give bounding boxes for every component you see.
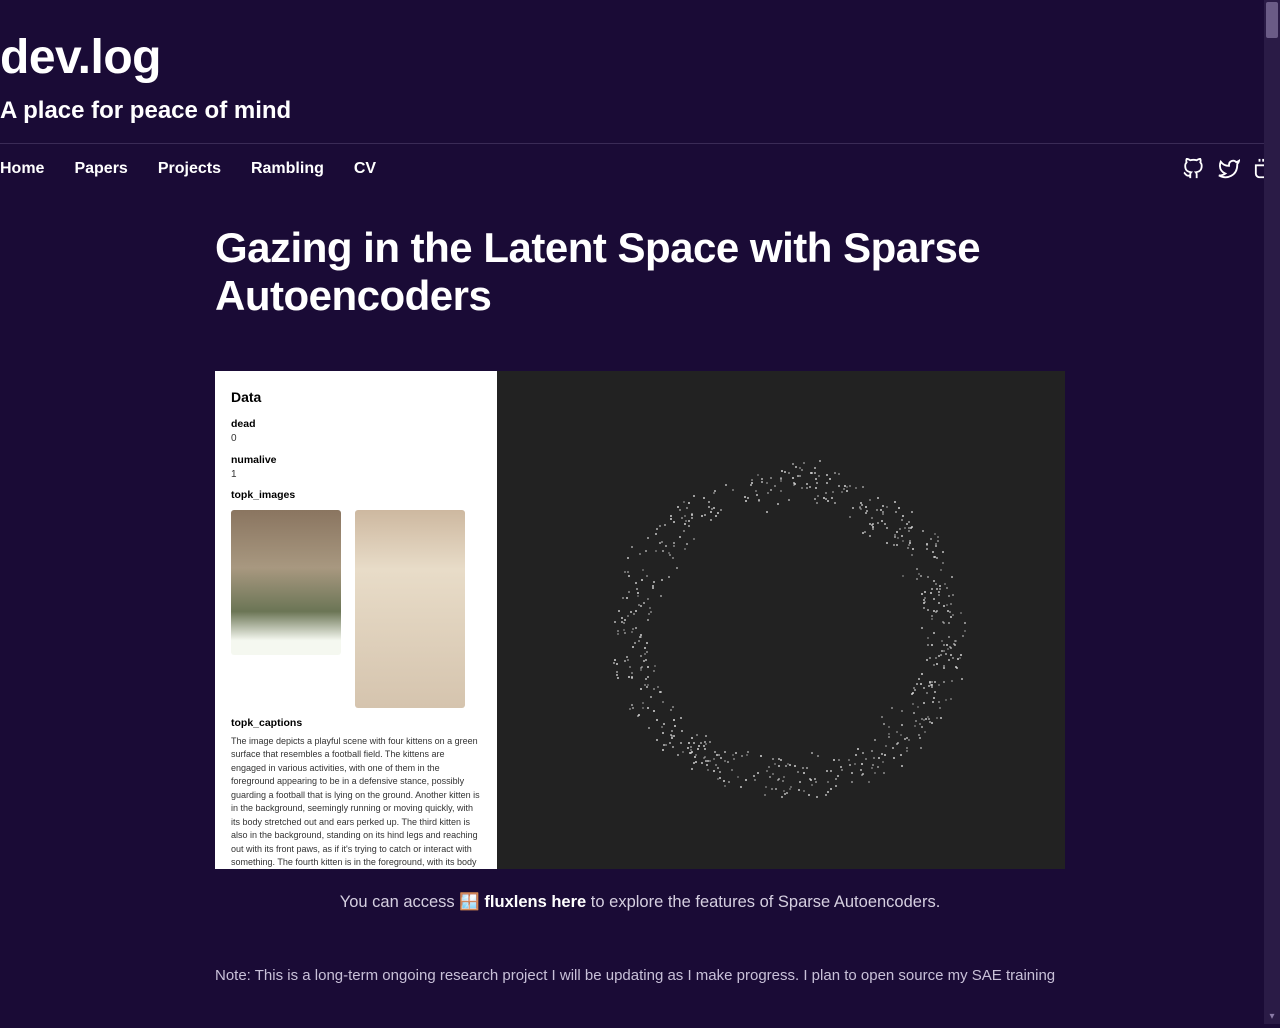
fluxlens-link[interactable]: fluxlens here xyxy=(484,893,586,911)
nav-cv[interactable]: CV xyxy=(354,160,376,178)
figure-thumbnail-1 xyxy=(231,510,341,655)
article-title: Gazing in the Latent Space with Sparse A… xyxy=(215,224,1065,321)
nav-projects[interactable]: Projects xyxy=(158,160,221,178)
figure-thumbnails xyxy=(231,510,481,708)
figure-numalive-label: numalive xyxy=(231,453,481,468)
figure: Data dead 0 numalive 1 topk_images topk_… xyxy=(215,371,1065,869)
scrollbar-track[interactable]: ▾ xyxy=(1264,0,1280,1024)
figure-data-panel: Data dead 0 numalive 1 topk_images topk_… xyxy=(215,371,497,869)
nav-bar: Home Papers Projects Rambling CV xyxy=(0,143,1280,194)
article: Gazing in the Latent Space with Sparse A… xyxy=(215,194,1065,1028)
figure-dead-label: dead xyxy=(231,417,481,432)
figure-data-heading: Data xyxy=(231,387,481,407)
figure-thumbnail-2 xyxy=(355,510,465,708)
nav-home[interactable]: Home xyxy=(0,160,44,178)
nav-papers[interactable]: Papers xyxy=(74,160,127,178)
site-subtitle: A place for peace of mind xyxy=(0,97,1280,125)
figure-topk-captions-label: topk_captions xyxy=(231,716,481,731)
caption-prefix: You can access xyxy=(340,893,460,911)
figure-scatter-plot xyxy=(497,371,1065,869)
site-title[interactable]: dev.log xyxy=(0,30,1280,85)
figure-topk-images-label: topk_images xyxy=(231,488,481,503)
twitter-icon[interactable] xyxy=(1218,158,1240,180)
article-note: Note: This is a long-term ongoing resear… xyxy=(215,964,1065,988)
figure-numalive-value: 1 xyxy=(231,468,481,483)
caption-icon: 🪟 xyxy=(459,893,480,911)
nav-links: Home Papers Projects Rambling CV xyxy=(0,160,376,178)
figure-dead-value: 0 xyxy=(231,432,481,447)
nav-rambling[interactable]: Rambling xyxy=(251,160,324,178)
scrollbar-down-arrow-icon[interactable]: ▾ xyxy=(1264,1008,1280,1024)
figure-caption: You can access 🪟 fluxlens here to explor… xyxy=(215,893,1065,912)
github-icon[interactable] xyxy=(1182,158,1204,180)
figure-caption-text: The image depicts a playful scene with f… xyxy=(231,735,481,869)
scrollbar-thumb[interactable] xyxy=(1266,2,1278,38)
caption-suffix: to explore the features of Sparse Autoen… xyxy=(586,893,940,911)
